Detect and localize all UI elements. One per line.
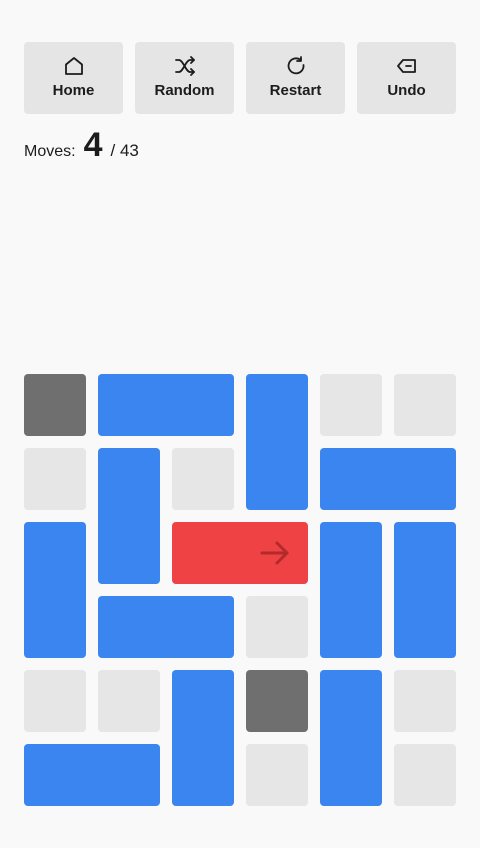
board-cell <box>24 670 86 732</box>
board-cell <box>394 670 456 732</box>
restart-label: Restart <box>269 82 322 99</box>
board-cell <box>24 448 86 510</box>
vertical-block[interactable] <box>394 522 456 658</box>
board-cell <box>172 448 234 510</box>
undo-button[interactable]: Undo <box>357 42 456 114</box>
vertical-block[interactable] <box>172 670 234 806</box>
horizontal-block[interactable] <box>98 374 234 436</box>
horizontal-block[interactable] <box>320 448 456 510</box>
home-label: Home <box>52 82 95 99</box>
board-cell <box>246 744 308 806</box>
game-board <box>24 374 456 806</box>
board-cell <box>98 670 160 732</box>
random-label: Random <box>154 82 215 99</box>
restart-button[interactable]: Restart <box>246 42 345 114</box>
moves-counter: Moves: 4 / 43 <box>24 126 139 166</box>
vertical-block[interactable] <box>320 522 382 658</box>
target-block[interactable] <box>172 522 308 584</box>
home-icon <box>64 57 83 75</box>
horizontal-block[interactable] <box>98 596 234 658</box>
moves-count: 4 <box>83 126 103 164</box>
vertical-block[interactable] <box>24 522 86 658</box>
vertical-block[interactable] <box>246 374 308 510</box>
vertical-block[interactable] <box>320 670 382 806</box>
toolbar: Home Random Restart Undo <box>24 42 456 114</box>
board-cell <box>394 744 456 806</box>
board-cell <box>246 596 308 658</box>
restart-icon <box>287 56 304 75</box>
moves-label: Moves: <box>24 143 76 160</box>
arrow-right-icon <box>260 541 289 565</box>
wall-block <box>24 374 86 436</box>
board-cell <box>320 374 382 436</box>
random-button[interactable]: Random <box>135 42 234 114</box>
vertical-block[interactable] <box>98 448 160 584</box>
board-cell <box>394 374 456 436</box>
wall-block <box>246 670 308 732</box>
backspace-icon <box>396 59 416 73</box>
moves-target: / 43 <box>110 141 139 160</box>
undo-label: Undo <box>387 82 426 99</box>
home-button[interactable]: Home <box>24 42 123 114</box>
horizontal-block[interactable] <box>24 744 160 806</box>
shuffle-icon <box>174 56 195 76</box>
